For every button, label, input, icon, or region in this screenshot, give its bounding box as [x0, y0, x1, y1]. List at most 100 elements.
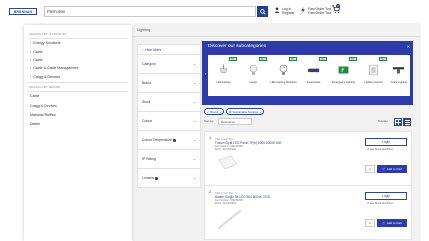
filter-colour[interactable]: Colour ⌄: [137, 112, 201, 131]
login-button[interactable]: Login: [365, 138, 407, 146]
chevron-down-icon: ⌄: [193, 119, 196, 123]
brand-logo[interactable]: BRENNAN: [9, 8, 37, 15]
subcategory-tile[interactable]: 50+ Lamps: [238, 55, 269, 96]
add-to-cart-button[interactable]: 🛒 Add to Cart: [377, 165, 407, 173]
chevron-down-icon: ⌄: [193, 157, 196, 161]
fast-order-link[interactable]: Fast Order Tool Fast Order Tool: [300, 7, 331, 15]
chevron-right-icon: ›: [30, 49, 32, 54]
chevron-right-icon: ›: [30, 66, 32, 71]
check-icon: ✓: [207, 109, 210, 114]
login-button[interactable]: Login: [365, 192, 407, 200]
grid-view-button[interactable]: [394, 118, 402, 126]
category-item-cragg-devices[interactable]: › Cragg & Devices: [24, 73, 132, 81]
display-label: Display: [378, 119, 388, 123]
leaf-icon: ♻: [229, 109, 232, 114]
subcategory-label: Accessories: [306, 81, 321, 84]
cart-count-badge: 0: [336, 4, 340, 8]
category-section-heading: SEARCH BY CATEGORY: [29, 32, 68, 36]
quantity-input[interactable]: 1: [365, 165, 375, 173]
filter-stock[interactable]: Stock ⌄: [137, 93, 201, 112]
subcategory-tile[interactable]: 50+ Accessories: [298, 55, 329, 96]
brand-item[interactable]: Cragg & Devices: [24, 101, 132, 110]
subcategory-label: Emergency Lighting: [332, 81, 355, 84]
track-light-icon: [392, 67, 405, 74]
pill-label: Sustainable Solution: [232, 109, 259, 114]
account-link[interactable]: Log in Register: [274, 7, 295, 15]
brand-item[interactable]: Distrin: [24, 119, 132, 128]
category-item-energy-solutions[interactable]: › Energy Solutions: [24, 39, 132, 47]
chevron-down-icon: ⌄: [193, 100, 196, 104]
filter-label: Colour Temperature: [142, 138, 172, 142]
filter-label: IP Rating: [142, 157, 156, 161]
add-to-cart-button[interactable]: 🛒 Add to Cart: [377, 219, 407, 227]
list-icon: [404, 119, 410, 125]
filter-label: Colour: [142, 119, 152, 123]
quantity-input[interactable]: 1: [365, 219, 375, 227]
product-card: 2 DEE LIGHTING Batten Single 5ft LED 984…: [204, 185, 412, 240]
subcategories-title: Discover our subcategories: [208, 44, 267, 49]
subcategory-label: Track Lighting: [390, 81, 408, 84]
accessory-icon: [307, 68, 320, 73]
filter-brand[interactable]: Brand ⌄: [137, 74, 201, 93]
sort-label: Sort by: [204, 119, 214, 123]
subcategory-tile[interactable]: 50+ LED Fittings: [208, 55, 239, 96]
brand-item[interactable]: Cable: [24, 92, 132, 101]
product-card: 1 DEE LIGHTING Fusion Opal LED Panel TP(…: [204, 131, 412, 186]
filter-category[interactable]: Category ⌄: [137, 55, 201, 74]
count-badge: 50+: [349, 57, 357, 61]
sort-select[interactable]: Relevance: [218, 118, 252, 125]
list-view-button[interactable]: [403, 118, 411, 126]
chevron-right-icon: ›: [30, 74, 32, 79]
category-item-cable-2[interactable]: › Cable: [24, 56, 132, 64]
subcategory-tile[interactable]: 50+ Lighting Control: [358, 55, 389, 96]
filter-lumens[interactable]: Lumens ⌄: [137, 169, 201, 188]
category-item-cable-management[interactable]: › Cable & Cable Management: [24, 64, 132, 72]
search-button[interactable]: [257, 6, 268, 17]
close-icon[interactable]: ✕: [407, 44, 410, 49]
user-icon: [274, 7, 280, 13]
chevron-down-icon: ⌄: [193, 62, 196, 66]
sustainable-filter-pill[interactable]: ♻ Sustainable Solution ⌄: [226, 108, 265, 115]
search-input[interactable]: Plemotive: [44, 6, 256, 17]
led-solution-icon: [279, 64, 288, 75]
see-price-text: to see Stock and Price: [367, 148, 393, 151]
product-image[interactable]: [217, 154, 239, 172]
cart-icon: 🛒: [382, 221, 386, 225]
lighting-control-icon: [369, 64, 378, 76]
breadcrumb-divider: [133, 36, 421, 37]
filter-label: Brand: [142, 81, 152, 85]
subcategory-label: LED Lighting Solutions: [270, 81, 297, 84]
cart-icon: 🛒: [382, 167, 386, 171]
filter-colour-temperature[interactable]: Colour Temperature ⌄: [137, 131, 201, 150]
product-image[interactable]: [217, 208, 243, 230]
category-item-cable[interactable]: › Cable: [24, 47, 132, 55]
category-item-label: Energy Solutions: [33, 41, 61, 46]
filter-ip-rating[interactable]: IP Rating ⌄: [137, 150, 201, 169]
subcategory-tile[interactable]: Track Lighting: [388, 55, 410, 96]
brand-section-heading: SEARCH BY BRAND: [29, 84, 61, 89]
hide-filters-label: Hide filters: [145, 47, 162, 52]
category-menu: SEARCH BY CATEGORY › Energy Solutions › Ca…: [24, 25, 132, 241]
brand-item[interactable]: Marshall Ruffles: [24, 110, 132, 119]
count-badge: 50+: [229, 57, 237, 61]
brand-filter-pill[interactable]: ✓ Brand ⌄: [204, 108, 225, 115]
subcategory-tile[interactable]: 50+ LED Lighting Solutions: [268, 55, 299, 96]
result-index: 1: [209, 136, 211, 140]
subcategories-carousel: Discover our subcategories ✕ ‹ › 50+ LED…: [202, 41, 413, 105]
count-badge: 50+: [259, 57, 267, 61]
info-icon[interactable]: [155, 176, 159, 180]
category-item-label: Cragg & Devices: [33, 74, 61, 79]
pill-label: Brand: [210, 109, 218, 114]
sort-value: Relevance: [221, 119, 236, 124]
info-icon[interactable]: [172, 138, 176, 142]
chevron-down-icon: ⌄: [193, 176, 196, 180]
chevron-down-icon: ⌄: [193, 81, 196, 85]
filter-label: Category: [142, 62, 156, 66]
sort-row: Sort by Relevance Display: [204, 118, 414, 128]
see-price-text: to see Stock and Price: [367, 202, 393, 205]
subcategory-tile[interactable]: 50+ Emergency Lighting: [328, 55, 359, 96]
count-badge: 50+: [319, 57, 327, 61]
carousel-prev-icon[interactable]: ‹: [205, 71, 206, 76]
hide-filters-button[interactable]: ‹ Hide filters: [137, 44, 201, 55]
product-eftc: EFTC: 3072200094: [215, 148, 236, 151]
